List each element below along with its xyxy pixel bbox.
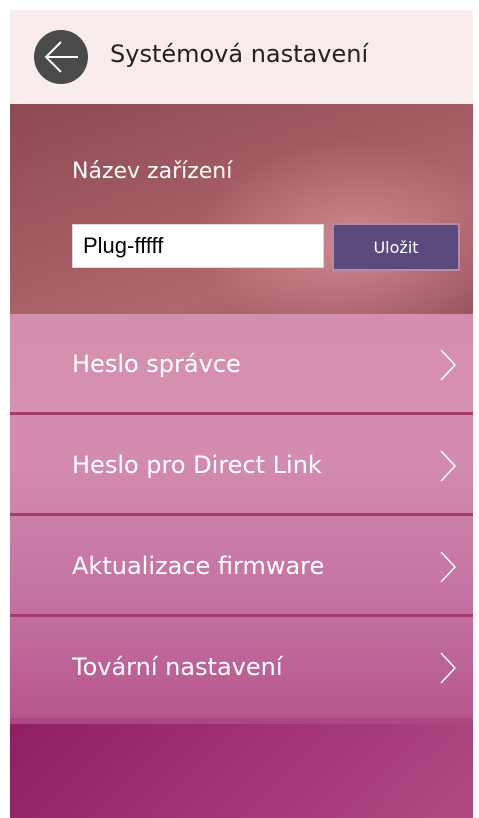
menu-item-label: Heslo pro Direct Link [72, 451, 322, 479]
page-title: Systémová nastavení [110, 40, 369, 68]
menu-item-label: Aktualizace firmware [72, 552, 325, 580]
chevron-right-icon [440, 349, 457, 381]
system-settings-screen: Systémová nastavení Název zařízení Uloži… [10, 10, 473, 818]
back-button[interactable] [34, 30, 88, 84]
menu-item-factory-reset[interactable]: Tovární nastavení [10, 617, 473, 718]
menu-item-firmware-update[interactable]: Aktualizace firmware [10, 516, 473, 617]
menu-item-direct-link-password[interactable]: Heslo pro Direct Link [10, 415, 473, 516]
chevron-right-icon [440, 450, 457, 482]
device-name-panel: Název zařízení Uložit [10, 104, 473, 314]
device-name-input[interactable] [72, 224, 324, 268]
chevron-right-icon [440, 551, 457, 583]
settings-menu: Heslo správce Heslo pro Direct Link Aktu… [10, 314, 473, 718]
menu-item-admin-password[interactable]: Heslo správce [10, 314, 473, 415]
app-header: Systémová nastavení [10, 10, 473, 104]
menu-item-label: Tovární nastavení [72, 653, 283, 681]
save-button[interactable]: Uložit [332, 223, 460, 271]
menu-item-label: Heslo správce [72, 350, 241, 378]
footer-band [10, 724, 473, 818]
device-name-label: Název zařízení [72, 159, 233, 184]
arrow-left-icon [44, 41, 78, 73]
chevron-right-icon [440, 652, 457, 684]
